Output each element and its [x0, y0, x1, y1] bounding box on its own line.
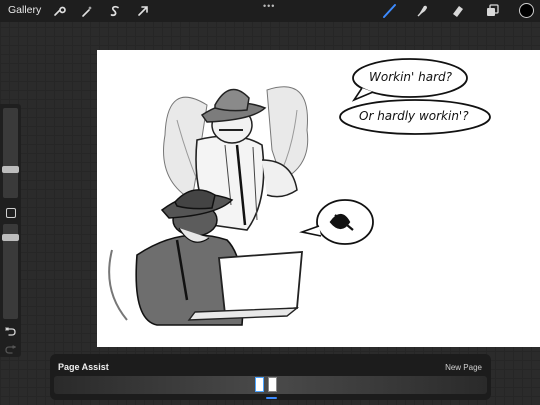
top-toolbar: Gallery •••	[0, 0, 540, 22]
drawing-canvas[interactable]: Workin' hard? Or hardly workin'?	[97, 50, 540, 347]
smudge-icon[interactable]	[415, 3, 430, 19]
artwork-illustration	[108, 58, 491, 326]
left-sidebar	[0, 104, 21, 357]
selection-s-icon[interactable]	[108, 4, 122, 18]
color-picker-button[interactable]	[519, 3, 534, 18]
speech-bubble-text-1: Workin' hard?	[369, 70, 453, 84]
redo-icon[interactable]	[5, 344, 16, 355]
gallery-button[interactable]: Gallery	[8, 4, 41, 16]
opacity-thumb[interactable]	[2, 234, 19, 241]
page-assist-title: Page Assist	[58, 362, 109, 372]
new-page-button[interactable]: New Page	[445, 363, 482, 372]
page-thumbnail-2[interactable]	[268, 377, 277, 392]
speech-bubble-text-2: Or hardly workin'?	[359, 109, 469, 123]
wrench-icon[interactable]	[52, 4, 66, 18]
layers-icon[interactable]	[485, 3, 500, 19]
brush-size-thumb[interactable]	[2, 166, 19, 173]
page-thumbnail-1[interactable]	[255, 377, 264, 392]
modify-square-icon[interactable]	[6, 208, 16, 218]
more-options-icon[interactable]: •••	[263, 1, 275, 11]
active-page-indicator	[266, 397, 277, 399]
transform-arrow-icon[interactable]	[136, 4, 150, 18]
magic-wand-icon[interactable]	[80, 4, 94, 18]
undo-icon[interactable]	[5, 326, 16, 337]
eraser-icon[interactable]	[450, 3, 465, 19]
pages-strip	[54, 376, 487, 394]
brush-icon[interactable]	[382, 3, 397, 19]
brush-size-slider[interactable]	[3, 108, 18, 198]
page-assist-panel: Page Assist New Page	[50, 354, 491, 400]
